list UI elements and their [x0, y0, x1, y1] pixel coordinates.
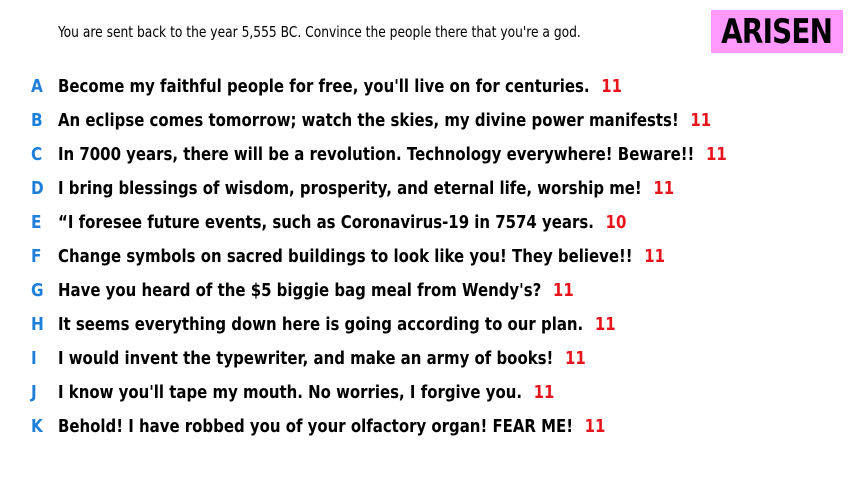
answer-letter: I [31, 348, 37, 369]
answer-text: Change symbols on sacred buildings to lo… [58, 246, 633, 267]
answer-score: 11 [644, 246, 666, 267]
answer-text: Have you heard of the $5 biggie bag meal… [58, 280, 542, 301]
answer-letter: C [31, 144, 43, 165]
answer-score: 11 [584, 416, 606, 437]
answer-text: In 7000 years, there will be a revolutio… [58, 144, 695, 165]
answer-letter: G [31, 280, 44, 301]
answer-score: 11 [705, 144, 727, 165]
answer-row-b: B An eclipse comes tomorrow; watch the s… [0, 104, 853, 138]
answer-letter: A [31, 76, 43, 97]
answer-list: A Become my faithful people for free, yo… [0, 70, 853, 444]
answer-score: 11 [601, 76, 622, 97]
answer-score: 11 [653, 178, 675, 199]
answer-score: 11 [533, 382, 555, 403]
answer-text: I know you'll tape my mouth. No worries,… [58, 382, 523, 403]
arisen-badge: ARISEN [711, 10, 843, 53]
answer-row-k: K Behold! I have robbed you of your olfa… [0, 410, 853, 444]
answer-text: I would invent the typewriter, and make … [58, 348, 554, 369]
answer-text: “I foresee future events, such as Corona… [58, 212, 594, 233]
answer-text: Behold! I have robbed you of your olfact… [58, 416, 574, 437]
answer-letter: H [31, 314, 44, 335]
answer-letter: F [31, 246, 42, 267]
answer-row-c: C In 7000 years, there will be a revolut… [0, 138, 853, 172]
answer-text: An eclipse comes tomorrow; watch the ski… [58, 110, 679, 131]
answer-row-j: J I know you'll tape my mouth. No worrie… [0, 376, 853, 410]
prompt-text: You are sent back to the year 5,555 BC. … [58, 23, 581, 41]
answer-score: 11 [564, 348, 586, 369]
answer-row-d: D I bring blessings of wisdom, prosperit… [0, 172, 853, 206]
answer-letter: J [31, 382, 37, 403]
answer-letter: K [31, 416, 43, 437]
answer-letter: D [31, 178, 44, 199]
answer-letter: E [31, 212, 42, 233]
answer-letter: B [31, 110, 43, 131]
answer-score: 11 [552, 280, 574, 301]
answer-row-a: A Become my faithful people for free, yo… [0, 70, 853, 104]
answer-row-g: G Have you heard of the $5 biggie bag me… [0, 274, 853, 308]
answer-text: Become my faithful people for free, you'… [58, 76, 590, 97]
answer-score: 11 [690, 110, 712, 131]
answer-score: 10 [605, 212, 627, 233]
answer-row-f: F Change symbols on sacred buildings to … [0, 240, 853, 274]
answer-text: I bring blessings of wisdom, prosperity,… [58, 178, 642, 199]
answer-row-i: I I would invent the typewriter, and mak… [0, 342, 853, 376]
answer-score: 11 [594, 314, 616, 335]
answer-row-h: H It seems everything down here is going… [0, 308, 853, 342]
badge-label: ARISEN [721, 11, 834, 52]
answer-row-e: E “I foresee future events, such as Coro… [0, 206, 853, 240]
answer-text: It seems everything down here is going a… [58, 314, 584, 335]
